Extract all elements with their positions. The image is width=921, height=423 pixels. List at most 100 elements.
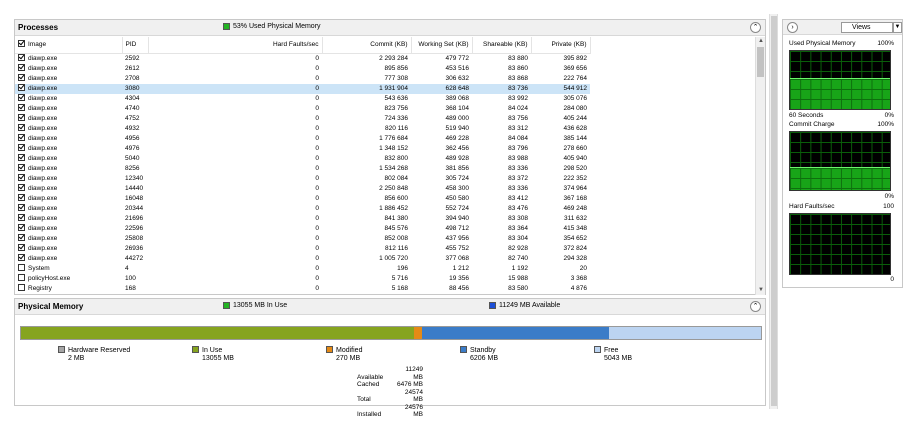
cell-shareable: 83 336	[508, 165, 528, 172]
column-header-shareable[interactable]: Shareable (KB)	[472, 37, 532, 54]
used-memory-status: 53% Used Physical Memory	[223, 23, 321, 30]
cell-commit: 895 856	[384, 65, 409, 72]
table-header-row: Image PID Hard Faults/sec Commit (KB) Wo…	[15, 37, 591, 54]
views-button[interactable]: Views	[841, 22, 893, 33]
scroll-down-icon[interactable]: ▼	[756, 286, 766, 295]
row-checkbox[interactable]	[18, 124, 25, 131]
collapse-processes-button[interactable]: ⌃	[750, 22, 761, 33]
physical-memory-title: Physical Memory	[18, 302, 84, 311]
table-row[interactable]: policyHost.exe 100 0 5 716 19 356 15 988 3 368	[15, 274, 590, 284]
column-header-private[interactable]: Private (KB)	[531, 37, 591, 54]
cell-working-set: 519 940	[445, 125, 470, 132]
select-all-checkbox[interactable]	[18, 40, 25, 47]
row-checkbox[interactable]	[18, 174, 25, 181]
row-checkbox[interactable]	[18, 154, 25, 161]
row-checkbox[interactable]	[18, 184, 25, 191]
table-row[interactable]: Registry 168 0 5 168 88 456 83 580 4 876	[15, 284, 590, 294]
graph-min-hard-faults: 0	[890, 276, 894, 283]
table-row[interactable]: diawp.exe 16048 0 856 600 450 580 83 412 367 1…	[15, 194, 590, 204]
column-header-working-set[interactable]: Working Set (KB)	[411, 37, 473, 54]
column-header-pid[interactable]: PID	[122, 37, 149, 54]
cell-commit: 777 308	[384, 75, 409, 82]
table-row[interactable]: diawp.exe 14440 0 2 250 848 458 300 83 336 374…	[15, 184, 590, 194]
table-row[interactable]: diawp.exe 2592 0 2 293 284 479 772 83 880 395 …	[15, 54, 590, 65]
in-use-swatch-icon	[192, 346, 199, 353]
cell-working-set: 458 300	[445, 185, 470, 192]
cell-private: 278 660	[563, 145, 588, 152]
table-row[interactable]: diawp.exe 22596 0 845 576 498 712 83 364 415 3…	[15, 224, 590, 234]
row-checkbox[interactable]	[18, 94, 25, 101]
row-checkbox[interactable]	[18, 164, 25, 171]
table-row[interactable]: diawp.exe 4976 0 1 348 152 362 456 83 796 278 …	[15, 144, 590, 154]
row-checkbox[interactable]	[18, 144, 25, 151]
cell-image: diawp.exe	[15, 134, 122, 144]
cell-shareable: 84 024	[508, 105, 528, 112]
views-dropdown-icon[interactable]: ▼	[893, 22, 902, 33]
cell-hard-faults: 0	[315, 265, 319, 272]
row-checkbox[interactable]	[18, 224, 25, 231]
row-checkbox[interactable]	[18, 134, 25, 141]
expand-graphs-button[interactable]: ›	[787, 22, 798, 33]
table-row[interactable]: diawp.exe 2708 0 777 308 306 632 83 868 222 76…	[15, 74, 590, 84]
row-checkbox[interactable]	[18, 194, 25, 201]
cell-private: 367 168	[563, 195, 588, 202]
graph-max-commit-charge: 100%	[877, 121, 894, 128]
table-row[interactable]: diawp.exe 4752 0 724 336 489 000 83 756 405 24…	[15, 114, 590, 124]
table-row[interactable]: diawp.exe 12340 0 802 084 305 724 83 372 222 3…	[15, 174, 590, 184]
table-row[interactable]: diawp.exe 4304 0 543 636 389 068 83 992 305 07…	[15, 94, 590, 104]
row-checkbox[interactable]	[18, 274, 25, 281]
row-checkbox[interactable]	[18, 104, 25, 111]
cell-commit: 1 931 904	[322, 84, 411, 94]
main-scrollbar[interactable]	[769, 14, 778, 409]
row-checkbox[interactable]	[18, 284, 25, 291]
row-checkbox[interactable]	[18, 204, 25, 211]
cell-image: diawp.exe	[15, 74, 122, 84]
table-row[interactable]: diawp.exe 25808 0 852 008 437 956 83 304 354 6…	[15, 234, 590, 244]
legend-free: Free 5043 MB	[594, 346, 632, 363]
cell-pid: 4956	[125, 135, 140, 142]
row-checkbox[interactable]	[18, 74, 25, 81]
cell-pid: 25808	[125, 235, 144, 242]
table-row[interactable]: diawp.exe 3080 0 1 931 904 628 648 83 736 544 …	[15, 84, 590, 94]
table-row[interactable]: diawp.exe 4956 0 1 776 684 469 228 84 084 385 …	[15, 134, 590, 144]
row-checkbox[interactable]	[18, 54, 25, 61]
processes-scrollbar[interactable]: ▲ ▼	[755, 37, 765, 295]
row-checkbox[interactable]	[18, 214, 25, 221]
cell-hard-faults: 0	[315, 175, 319, 182]
physical-memory-panel: Physical Memory 13055 MB In Use 11249 MB…	[14, 298, 766, 418]
cell-commit: 5 168	[391, 285, 408, 292]
row-checkbox[interactable]	[18, 254, 25, 261]
table-row[interactable]: diawp.exe 20344 0 1 886 452 552 724 83 476 469…	[15, 204, 590, 214]
cell-working-set: 381 856	[445, 165, 470, 172]
processes-table: Image PID Hard Faults/sec Commit (KB) Wo…	[15, 37, 756, 295]
column-header-commit[interactable]: Commit (KB)	[322, 37, 412, 54]
row-checkbox[interactable]	[18, 114, 25, 121]
row-checkbox[interactable]	[18, 244, 25, 251]
collapse-memory-button[interactable]: ⌃	[750, 301, 761, 312]
summary-row: Available11249 MB	[357, 366, 423, 381]
physical-memory-header[interactable]: Physical Memory 13055 MB In Use 11249 MB…	[15, 299, 765, 315]
row-checkbox[interactable]	[18, 264, 25, 271]
row-checkbox[interactable]	[18, 234, 25, 241]
table-row[interactable]: diawp.exe 44272 0 1 005 720 377 068 82 740 294…	[15, 254, 590, 264]
cell-working-set: 489 000	[445, 115, 470, 122]
processes-scroll-thumb[interactable]	[757, 47, 764, 77]
table-row[interactable]: System 4 0 196 1 212 1 192 20	[15, 264, 590, 274]
main-scroll-thumb[interactable]	[771, 16, 777, 406]
row-checkbox[interactable]	[18, 84, 25, 91]
scroll-up-icon[interactable]: ▲	[756, 37, 766, 46]
table-row[interactable]: diawp.exe 2612 0 895 856 453 516 83 860 369 65…	[15, 64, 590, 74]
table-row[interactable]: diawp.exe 8256 0 1 534 268 381 856 83 336 298 …	[15, 164, 590, 174]
row-checkbox[interactable]	[18, 64, 25, 71]
memory-bar-segment-in-use	[21, 327, 415, 339]
column-header-hard-faults[interactable]: Hard Faults/sec	[148, 37, 323, 54]
table-row[interactable]: diawp.exe 21696 0 841 380 394 940 83 308 311 6…	[15, 214, 590, 224]
table-row[interactable]: diawp.exe 26936 0 812 116 455 752 82 928 372 8…	[15, 244, 590, 254]
table-row[interactable]: diawp.exe 4932 0 820 116 519 940 83 312 436 62…	[15, 124, 590, 134]
table-row[interactable]: diawp.exe 5040 0 832 800 489 928 83 988 405 94…	[15, 154, 590, 164]
cell-shareable: 82 740	[508, 255, 528, 262]
column-header-image[interactable]: Image	[15, 37, 123, 54]
processes-header[interactable]: Processes 53% Used Physical Memory ⌃	[15, 20, 765, 36]
table-row[interactable]: diawp.exe 4740 0 823 756 368 104 84 024 284 08…	[15, 104, 590, 114]
cell-working-set: 394 940	[445, 215, 470, 222]
